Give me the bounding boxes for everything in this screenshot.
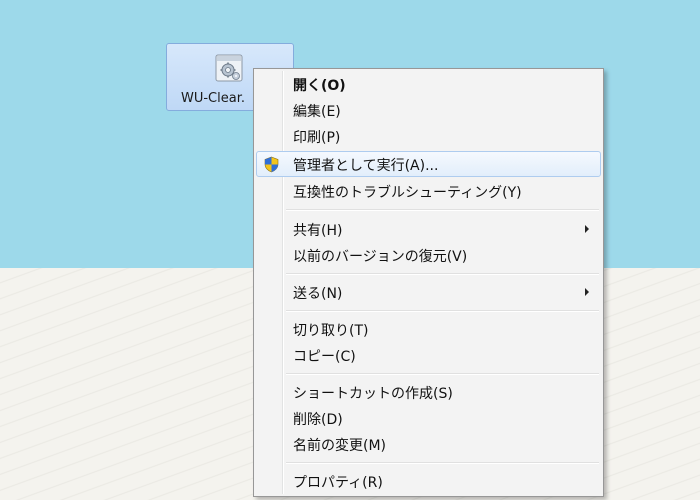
menu-item-label: 印刷(P) — [293, 130, 341, 146]
menu-item-label: 開く(O) — [293, 78, 346, 94]
menu-item-label: 送る(N) — [293, 286, 343, 302]
gear-document-icon — [213, 52, 245, 84]
menu-item-properties[interactable]: プロパティ(R) — [256, 468, 601, 494]
menu-item-open[interactable]: 開く(O) — [256, 71, 601, 97]
menu-item-edit[interactable]: 編集(E) — [256, 97, 601, 123]
menu-item-label: 互換性のトラブルシューティング(Y) — [293, 185, 522, 201]
menu-item-label: 編集(E) — [293, 104, 341, 120]
menu-separator — [286, 462, 599, 464]
menu-separator — [286, 373, 599, 375]
menu-item-label: 切り取り(T) — [293, 323, 369, 339]
menu-item-label: コピー(C) — [293, 349, 356, 365]
menu-item-label: ショートカットの作成(S) — [293, 386, 453, 402]
menu-item-copy[interactable]: コピー(C) — [256, 342, 601, 368]
submenu-arrow-icon — [585, 288, 589, 296]
menu-separator — [286, 310, 599, 312]
menu-item-send-to[interactable]: 送る(N) — [256, 279, 601, 305]
menu-item-label: 管理者として実行(A)... — [293, 158, 439, 174]
menu-item-rename[interactable]: 名前の変更(M) — [256, 431, 601, 457]
menu-item-print[interactable]: 印刷(P) — [256, 123, 601, 149]
menu-separator — [286, 209, 599, 211]
menu-item-compatibility-troubleshooting[interactable]: 互換性のトラブルシューティング(Y) — [256, 178, 601, 204]
menu-item-label: 共有(H) — [293, 223, 343, 239]
menu-item-label: 以前のバージョンの復元(V) — [293, 249, 468, 265]
menu-item-create-shortcut[interactable]: ショートカットの作成(S) — [256, 379, 601, 405]
menu-item-share[interactable]: 共有(H) — [256, 216, 601, 242]
menu-item-restore-previous-versions[interactable]: 以前のバージョンの復元(V) — [256, 242, 601, 268]
menu-separator — [286, 273, 599, 275]
menu-item-cut[interactable]: 切り取り(T) — [256, 316, 601, 342]
menu-item-run-as-administrator[interactable]: 管理者として実行(A)... — [256, 151, 601, 177]
menu-item-delete[interactable]: 削除(D) — [256, 405, 601, 431]
context-menu: 開く(O) 編集(E) 印刷(P) 管理者として実行(A)... 互換性のトラブ… — [253, 68, 604, 497]
menu-item-label: 名前の変更(M) — [293, 438, 387, 454]
menu-item-label: プロパティ(R) — [293, 475, 383, 491]
submenu-arrow-icon — [585, 225, 589, 233]
uac-shield-icon — [263, 156, 280, 173]
menu-item-label: 削除(D) — [293, 412, 343, 428]
